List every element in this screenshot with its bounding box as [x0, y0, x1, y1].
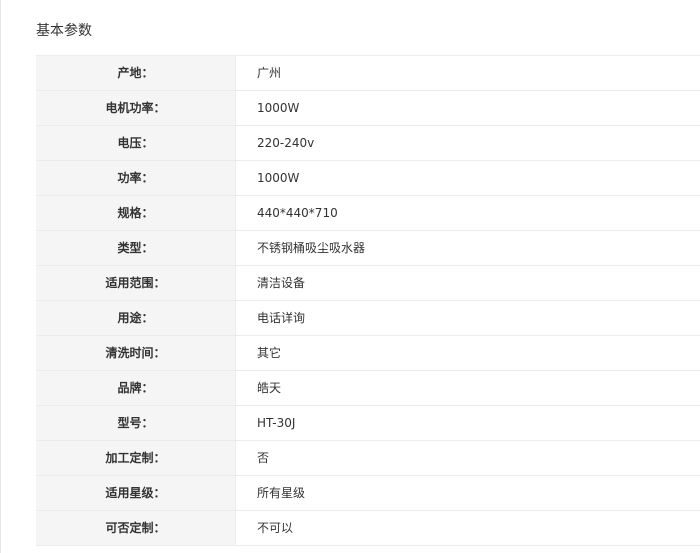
spec-label: 可否定制：	[36, 511, 236, 545]
spec-label: 用途：	[36, 301, 236, 335]
spec-row-cleaning-time: 清洗时间： 其它	[36, 336, 700, 371]
spec-label: 适用星级：	[36, 476, 236, 510]
spec-value: 440*440*710	[257, 206, 338, 220]
spec-row-dimensions: 规格： 440*440*710	[36, 196, 700, 231]
spec-row-scope: 适用范围： 清洁设备	[36, 266, 700, 301]
spec-value: 不锈钢桶吸尘吸水器	[257, 241, 366, 255]
spec-value: 所有星级	[257, 486, 306, 500]
spec-label: 规格：	[36, 196, 236, 230]
spec-row-model: 型号： HT-30J	[36, 406, 700, 441]
spec-value: 广州	[257, 66, 282, 80]
spec-label: 加工定制：	[36, 441, 236, 475]
section-title: 基本参数	[36, 23, 92, 39]
left-border	[0, 0, 1, 553]
spec-label: 清洗时间：	[36, 336, 236, 370]
spec-value: 清洁设备	[257, 276, 306, 290]
spec-row-power: 功率： 1000W	[36, 161, 700, 196]
spec-row-processing-custom: 加工定制： 否	[36, 441, 700, 476]
spec-row-star-rating: 适用星级： 所有星级	[36, 476, 700, 511]
spec-value: 否	[257, 451, 270, 465]
spec-label: 产地：	[36, 56, 236, 90]
spec-label: 品牌：	[36, 371, 236, 405]
spec-label: 适用范围：	[36, 266, 236, 300]
spec-value: 1000W	[257, 171, 300, 185]
spec-value: 其它	[257, 346, 282, 360]
spec-table: 产地： 广州 电机功率： 1000W 电压： 220-240v 功率： 1000…	[36, 55, 700, 546]
spec-label: 电压：	[36, 126, 236, 160]
spec-row-voltage: 电压： 220-240v	[36, 126, 700, 161]
spec-value: HT-30J	[257, 416, 296, 430]
spec-value: 1000W	[257, 101, 300, 115]
spec-row-type: 类型： 不锈钢桶吸尘吸水器	[36, 231, 700, 266]
spec-row-usage: 用途： 电话详询	[36, 301, 700, 336]
spec-label: 型号：	[36, 406, 236, 440]
spec-row-customizable: 可否定制： 不可以	[36, 511, 700, 546]
spec-row-motor-power: 电机功率： 1000W	[36, 91, 700, 126]
spec-label: 功率：	[36, 161, 236, 195]
spec-value: 皓天	[257, 381, 282, 395]
spec-label: 电机功率：	[36, 91, 236, 125]
spec-value: 220-240v	[257, 136, 315, 150]
spec-label: 类型：	[36, 231, 236, 265]
spec-row-origin: 产地： 广州	[36, 56, 700, 91]
spec-page: 基本参数 产地： 广州 电机功率： 1000W 电压： 220-240v 功率：…	[0, 0, 700, 553]
spec-value: 电话详询	[257, 311, 306, 325]
spec-value: 不可以	[257, 521, 294, 535]
spec-row-brand: 品牌： 皓天	[36, 371, 700, 406]
